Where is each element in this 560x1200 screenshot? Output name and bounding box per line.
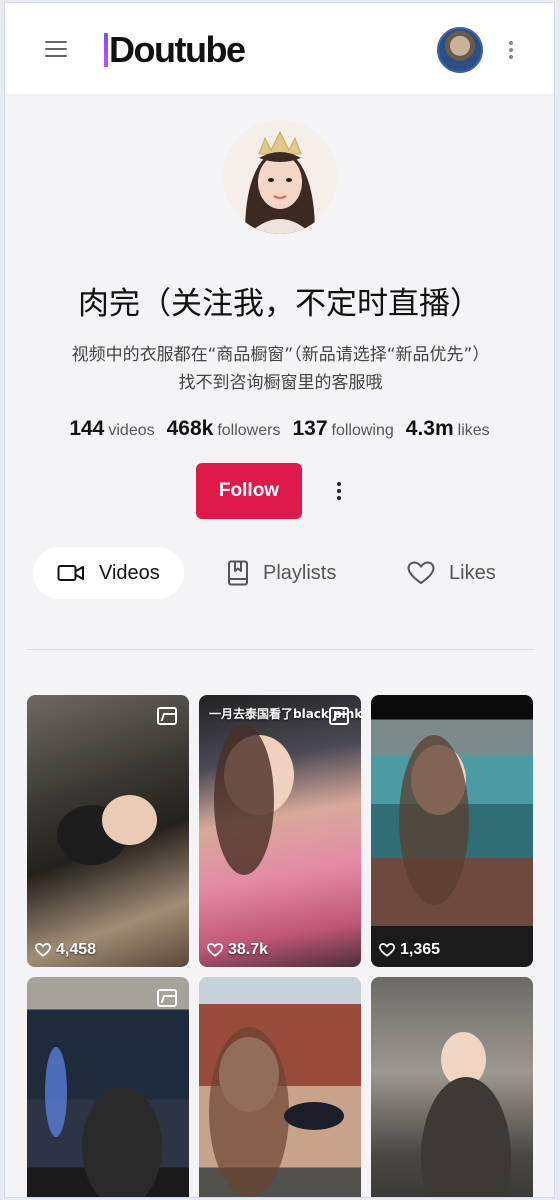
stat-followers[interactable]: 468k followers [167,417,281,441]
logo-text: Doutube [109,29,246,70]
bio-line-2: 找不到咨询橱窗里的客服哦 [178,373,383,393]
video-card[interactable]: 1,365 [371,695,533,967]
user-avatar[interactable] [437,27,483,73]
logo[interactable]: Doutube [104,27,246,73]
stat-videos: 144 videos [69,417,155,440]
image-icon [329,707,349,725]
hamburger-icon[interactable] [45,41,67,59]
profile-stats: 144 videos 468k followers 137 following 4.3… [5,417,554,441]
profile-more-icon[interactable] [336,482,342,502]
heart-icon [35,943,51,957]
tab-playlists[interactable]: Playlists [203,547,360,599]
tab-likes-label: Likes [449,561,496,584]
profile-bio: 视频中的衣服都在“商品橱窗”（新品请选择“新品优先”） 找不到咨询橱窗里的客服哦 [25,341,536,397]
video-camera-icon [57,565,84,581]
video-card[interactable] [199,977,361,1197]
logo-mark [104,33,108,67]
profile-avatar [223,120,337,234]
profile-name: 肉完（关注我，不定时直播） [78,286,481,322]
image-icon [157,707,177,725]
top-bar: Doutube [5,3,554,94]
tab-playlists-label: Playlists [263,561,337,584]
kebab-icon[interactable] [508,41,514,61]
heart-icon [207,943,223,957]
image-icon [157,989,177,1007]
bookmark-book-icon [228,560,248,586]
profile-photo [223,120,337,234]
video-card[interactable]: 4,458 [27,695,189,967]
app-frame: Doutube 肉完（关注我，不定时直播） 视频中的衣服都在“商品橱窗”（新品请… [4,2,555,1198]
tab-videos-label: Videos [99,561,160,584]
stat-likes: 4.3m likes [405,417,490,440]
bio-line-1: 视频中的衣服都在“商品橱窗”（新品请选择“新品优先”） [71,345,490,365]
divider [27,649,535,650]
video-likes: 4,458 [35,941,96,959]
follow-button[interactable]: Follow [196,463,302,519]
heart-icon [379,943,395,957]
profile-tabs: Videos Playlists Likes [33,547,533,599]
tab-videos[interactable]: Videos [33,547,184,599]
heart-icon [407,561,435,585]
tab-likes[interactable]: Likes [383,547,520,599]
video-card[interactable] [371,977,533,1197]
video-card[interactable] [27,977,189,1197]
video-likes: 38.7k [207,941,268,959]
video-card[interactable]: 一月去泰国看了black pink 38.7k [199,695,361,967]
stat-following[interactable]: 137 following [292,417,393,441]
video-likes: 1,365 [379,941,440,959]
